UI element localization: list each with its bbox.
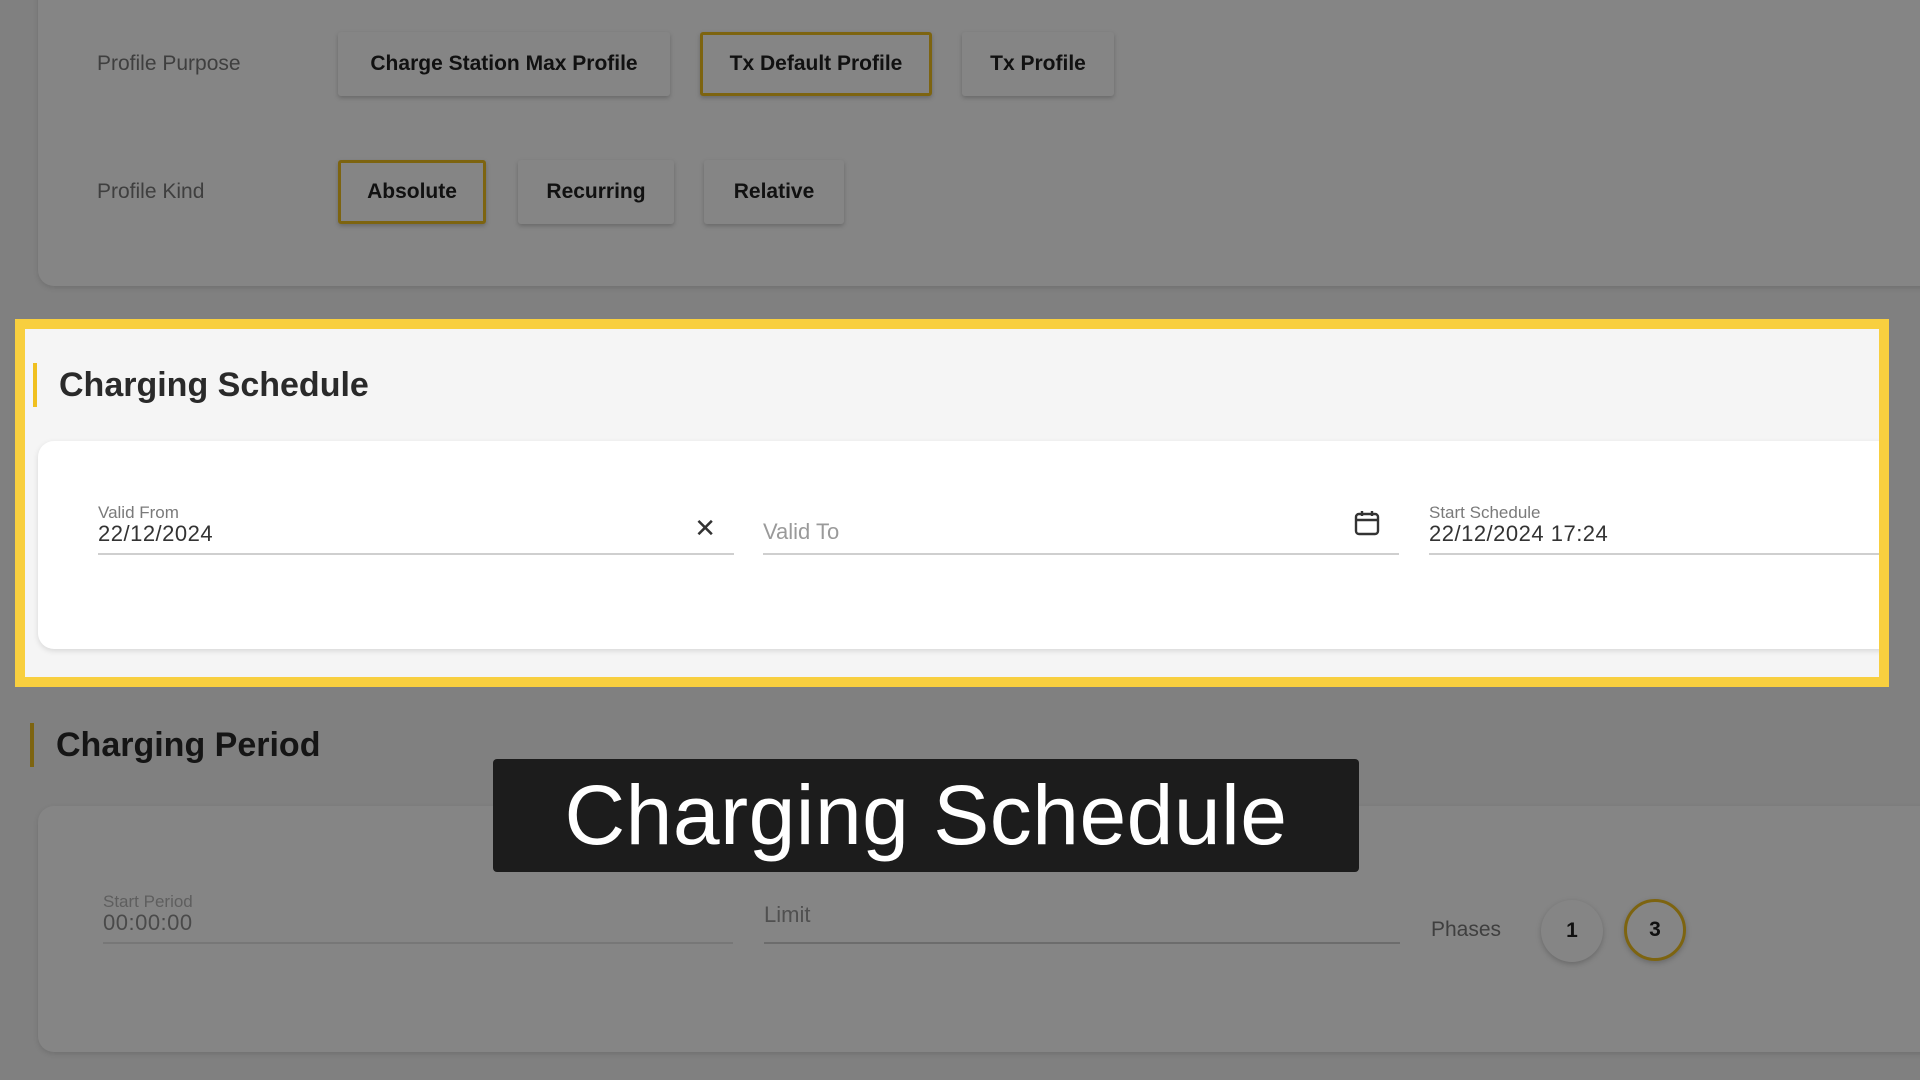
valid-from-value: 22/12/2024 bbox=[98, 521, 214, 546]
start-schedule-label: Start Schedule bbox=[1429, 503, 1541, 522]
valid-to-field[interactable]: Valid To bbox=[763, 485, 1399, 555]
charging-schedule-title: Charging Schedule bbox=[33, 363, 369, 407]
caption-banner: Charging Schedule bbox=[493, 759, 1359, 872]
start-schedule-field[interactable]: Start Schedule 22/12/2024 17:24 bbox=[1429, 485, 1879, 555]
start-schedule-value: 22/12/2024 17:24 bbox=[1429, 521, 1609, 546]
close-icon[interactable]: ✕ bbox=[694, 513, 716, 544]
calendar-icon[interactable] bbox=[1353, 509, 1381, 544]
valid-from-field[interactable]: Valid From 22/12/2024 ✕ bbox=[98, 485, 734, 555]
charging-schedule-highlight: Charging Schedule Valid From 22/12/2024 … bbox=[15, 319, 1889, 687]
valid-to-placeholder: Valid To bbox=[763, 519, 840, 544]
valid-from-label: Valid From bbox=[98, 503, 179, 522]
charging-schedule-card: Valid From 22/12/2024 ✕ Valid To Start S… bbox=[38, 441, 1879, 649]
